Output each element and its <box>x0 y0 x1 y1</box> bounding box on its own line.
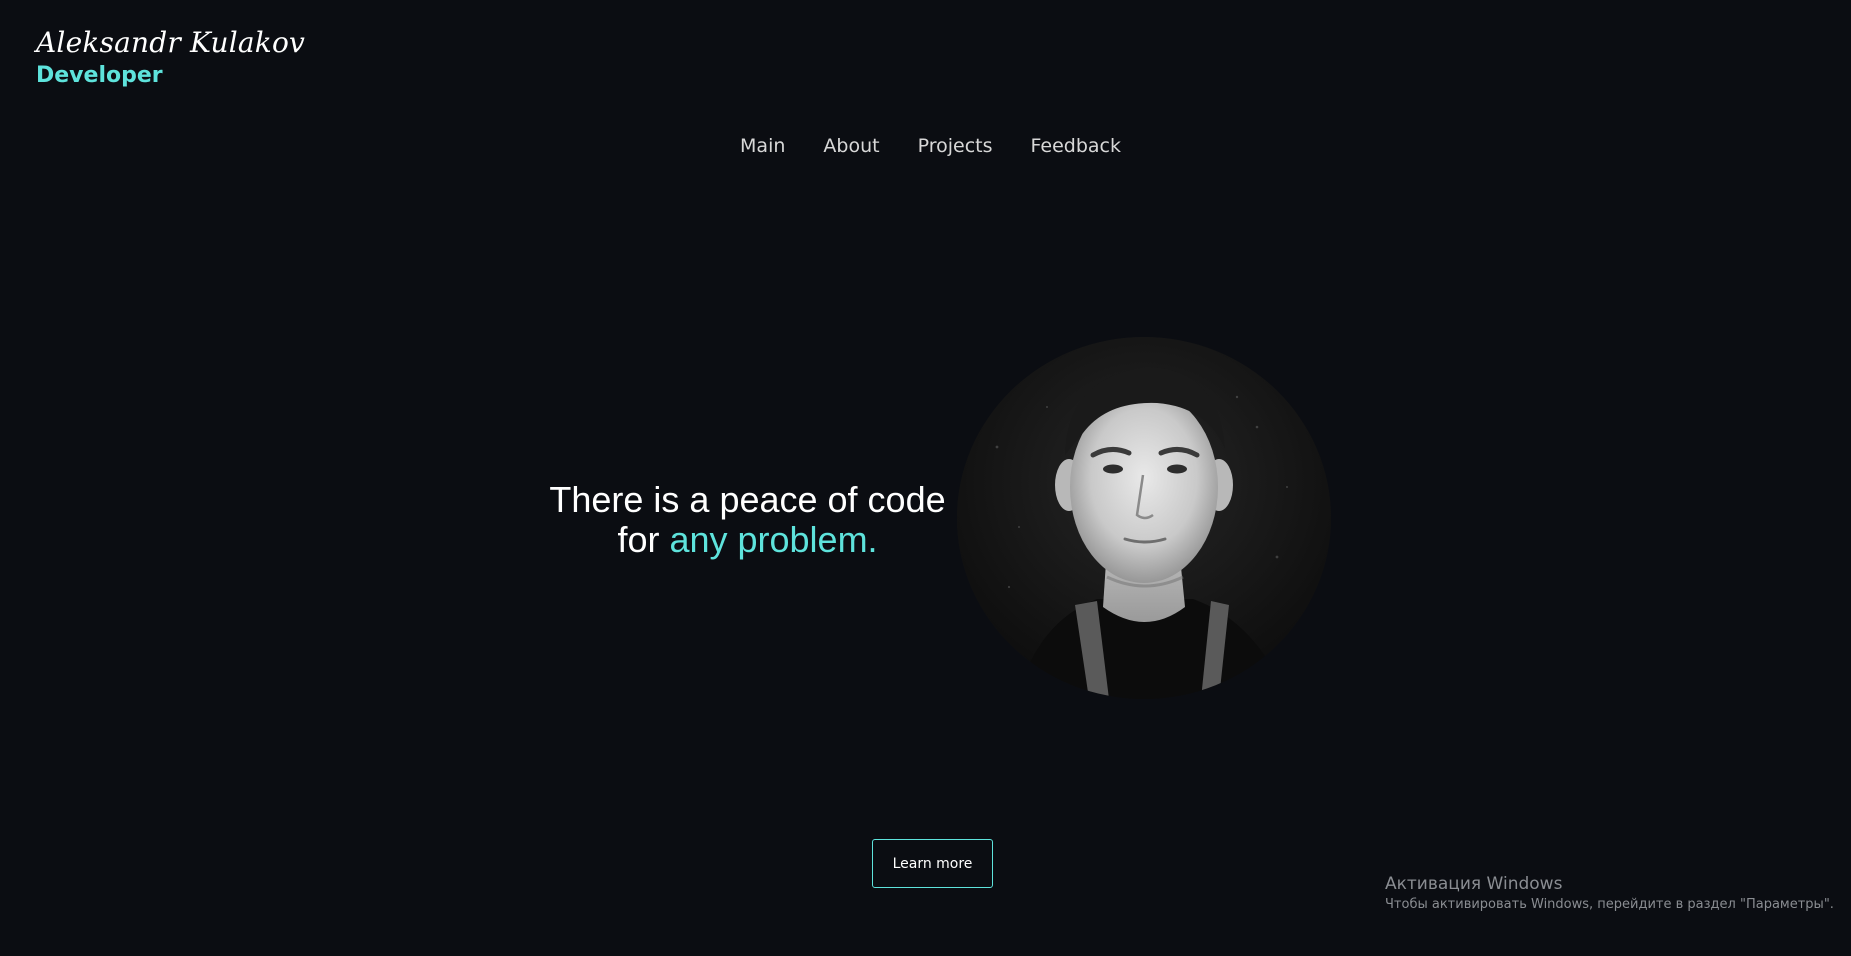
page: Aleksandr Kulakov Developer Main About P… <box>0 0 1851 956</box>
watermark-subtitle: Чтобы активировать Windows, перейдите в … <box>1385 897 1834 912</box>
profile-photo <box>957 337 1331 699</box>
nav-item-about[interactable]: About <box>823 132 879 160</box>
hero-tagline: There is a peace of code for any problem… <box>470 480 1025 560</box>
nav-item-feedback[interactable]: Feedback <box>1030 132 1120 160</box>
watermark-title: Активация Windows <box>1385 874 1563 894</box>
learn-more-button[interactable]: Learn more <box>872 839 993 888</box>
hero-line-2-prefix: for <box>617 519 670 560</box>
hero-line-2: for any problem. <box>470 520 1025 560</box>
brand-role: Developer <box>36 63 163 88</box>
hero-line-2-accent: any problem. <box>669 519 878 560</box>
brand-name: Aleksandr Kulakov <box>36 26 306 59</box>
nav-item-main[interactable]: Main <box>740 132 785 160</box>
brand[interactable]: Aleksandr Kulakov Developer <box>36 26 305 90</box>
windows-activation-watermark: Активация Windows Чтобы активировать Win… <box>1385 872 1834 914</box>
hero-line-1: There is a peace of code <box>549 479 946 520</box>
main-nav: Main About Projects Feedback <box>0 132 1851 160</box>
portrait-illustration <box>957 337 1331 699</box>
nav-item-projects[interactable]: Projects <box>918 132 993 160</box>
